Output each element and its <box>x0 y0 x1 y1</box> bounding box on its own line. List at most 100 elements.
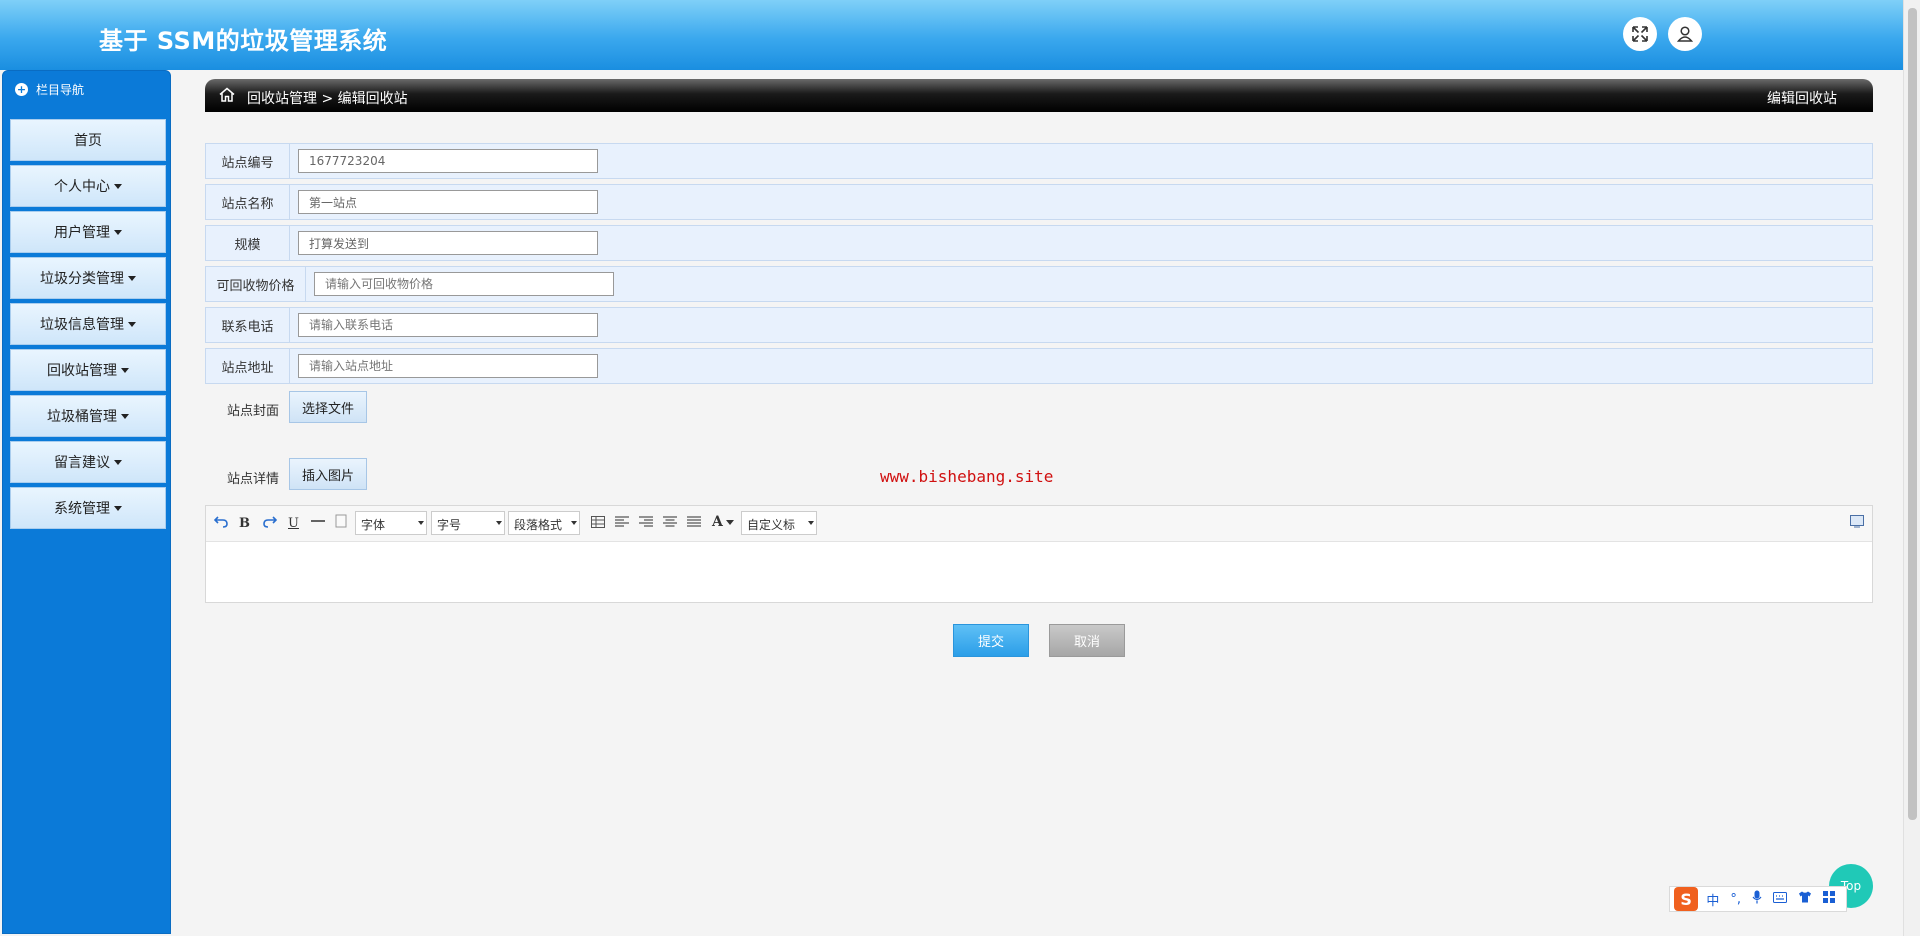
sidebar-item-label: 用户管理 <box>54 225 110 241</box>
custom-title-value: 自定义标 <box>747 518 796 532</box>
page-icon[interactable] <box>335 514 347 532</box>
caret-down-icon <box>121 367 129 373</box>
ime-punctuation-toggle[interactable]: °, <box>1730 892 1741 907</box>
paragraph-format-select[interactable]: 段落格式 <box>508 511 580 535</box>
table-icon[interactable] <box>591 516 605 532</box>
form-row-site-no: 站点编号 <box>205 143 1873 179</box>
sidebar: + 栏目导航 首页 个人中心 用户管理 垃圾分类管理 垃圾信息管理 回收站管理 … <box>2 70 171 934</box>
form-row-phone: 联系电话 <box>205 307 1873 343</box>
scale-input[interactable] <box>298 231 598 255</box>
sidebar-item-label: 个人中心 <box>54 179 110 195</box>
sidebar-item-system[interactable]: 系统管理 <box>10 487 166 529</box>
sidebar-heading: + 栏目导航 <box>3 71 170 107</box>
cover-label: 站点封面 <box>227 404 280 419</box>
cancel-button[interactable]: 取消 <box>1049 624 1125 657</box>
page-scrollbar[interactable] <box>1903 0 1920 936</box>
caret-down-icon <box>725 519 734 525</box>
sidebar-item-feedback[interactable]: 留言建议 <box>10 441 166 483</box>
toolbox-grid-icon[interactable] <box>1823 891 1835 907</box>
sidebar-item-users[interactable]: 用户管理 <box>10 211 166 253</box>
site-no-label: 站点编号 <box>206 144 290 178</box>
sidebar-item-label: 回收站管理 <box>47 363 117 379</box>
microphone-icon[interactable] <box>1752 890 1762 908</box>
redo-icon[interactable] <box>263 514 278 532</box>
sidebar-heading-label: 栏目导航 <box>36 82 85 97</box>
sidebar-item-trash-bin[interactable]: 垃圾桶管理 <box>10 395 166 437</box>
caret-down-icon <box>128 321 136 327</box>
font-size-value: 字号 <box>437 518 462 532</box>
page-title: 编辑回收站 <box>1767 91 1837 107</box>
chevron-down-icon <box>808 521 814 525</box>
watermark: www.bishebang.site <box>880 467 1054 486</box>
phone-label: 联系电话 <box>206 308 290 342</box>
font-size-select[interactable]: 字号 <box>431 511 505 535</box>
undo-icon[interactable] <box>213 514 228 532</box>
sidebar-item-label: 首页 <box>74 133 102 149</box>
form-row-scale: 规模 <box>205 225 1873 261</box>
home-icon[interactable] <box>219 87 235 106</box>
sidebar-item-label: 垃圾信息管理 <box>40 317 124 333</box>
caret-down-icon <box>114 505 122 511</box>
app-title: 基于 SSM的垃圾管理系统 <box>99 27 388 55</box>
caret-down-icon <box>114 459 122 465</box>
editor-toolbar: B U 字体 字号 段落格式 A 自定义标 <box>206 506 1872 542</box>
sidebar-item-label: 垃圾分类管理 <box>40 271 124 287</box>
custom-title-select[interactable]: 自定义标 <box>741 511 817 535</box>
breadcrumb-path[interactable]: 回收站管理 > 编辑回收站 <box>247 88 408 108</box>
paragraph-format-value: 段落格式 <box>514 518 563 532</box>
scale-label: 规模 <box>206 226 290 260</box>
align-justify-icon[interactable] <box>687 516 701 532</box>
keyboard-icon[interactable] <box>1773 891 1787 907</box>
horizontal-rule-icon[interactable] <box>311 515 325 531</box>
user-icon[interactable] <box>1668 17 1702 51</box>
site-no-input[interactable] <box>298 149 598 173</box>
top-header: 基于 SSM的垃圾管理系统 <box>0 0 1903 70</box>
site-name-label: 站点名称 <box>206 185 290 219</box>
scrollbar-thumb[interactable] <box>1908 8 1917 820</box>
fullscreen-icon[interactable] <box>1623 17 1657 51</box>
sidebar-item-label: 垃圾桶管理 <box>47 409 117 425</box>
font-color-button[interactable]: A <box>712 514 734 530</box>
breadcrumb: 回收站管理 > 编辑回收站 编辑回收站 <box>205 79 1873 112</box>
align-right-icon[interactable] <box>639 516 653 532</box>
chevron-down-icon <box>418 521 424 525</box>
sogou-logo-icon[interactable]: S <box>1674 887 1699 911</box>
chevron-down-icon <box>571 521 577 525</box>
phone-input[interactable] <box>298 313 598 337</box>
skin-shirt-icon[interactable] <box>1798 891 1812 907</box>
font-family-value: 字体 <box>361 518 386 532</box>
bold-button[interactable]: B <box>239 516 250 531</box>
sidebar-item-profile[interactable]: 个人中心 <box>10 165 166 207</box>
sidebar-item-garbage-category[interactable]: 垃圾分类管理 <box>10 257 166 299</box>
sidebar-item-recycle-station[interactable]: 回收站管理 <box>10 349 166 391</box>
submit-button[interactable]: 提交 <box>953 624 1029 657</box>
source-code-icon[interactable] <box>1850 514 1864 532</box>
caret-down-icon <box>114 183 122 189</box>
address-input[interactable] <box>298 354 598 378</box>
rich-text-editor: B U 字体 字号 段落格式 A 自定义标 <box>205 505 1873 603</box>
plus-circle-icon: + <box>15 82 28 96</box>
form-row-price: 可回收物价格 <box>205 266 1873 302</box>
sidebar-item-label: 留言建议 <box>54 455 110 471</box>
align-left-icon[interactable] <box>615 516 629 532</box>
ime-toolbar: S 中 °, <box>1669 886 1847 912</box>
sidebar-item-home[interactable]: 首页 <box>10 119 166 161</box>
caret-down-icon <box>121 413 129 419</box>
caret-down-icon <box>114 229 122 235</box>
address-label: 站点地址 <box>206 349 290 383</box>
detail-label: 站点详情 <box>227 472 280 487</box>
font-family-select[interactable]: 字体 <box>355 511 427 535</box>
insert-image-button[interactable]: 插入图片 <box>289 458 368 490</box>
choose-file-button[interactable]: 选择文件 <box>289 391 368 423</box>
sidebar-item-garbage-info[interactable]: 垃圾信息管理 <box>10 303 166 345</box>
form-row-address: 站点地址 <box>205 348 1873 384</box>
price-input[interactable] <box>314 272 614 296</box>
sidebar-item-label: 系统管理 <box>54 501 110 517</box>
price-label: 可回收物价格 <box>206 267 306 301</box>
ime-mode-toggle[interactable]: 中 <box>1706 890 1719 909</box>
chevron-down-icon <box>496 521 502 525</box>
site-name-input[interactable] <box>298 190 598 214</box>
align-center-icon[interactable] <box>663 516 677 532</box>
underline-button[interactable]: U <box>288 516 299 531</box>
font-color-label: A <box>712 514 723 530</box>
